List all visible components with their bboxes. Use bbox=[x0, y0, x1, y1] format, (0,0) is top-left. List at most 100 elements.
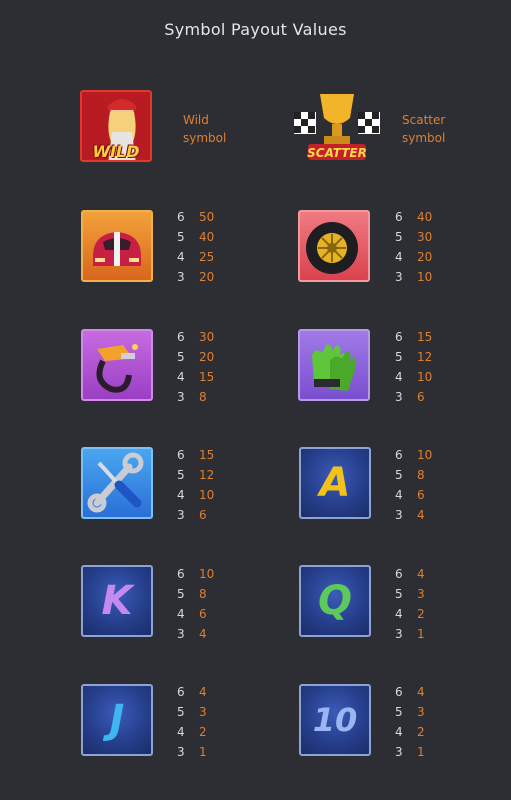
payout-value: 30 bbox=[417, 230, 433, 244]
pay-row: 31 bbox=[395, 742, 425, 762]
payout-value: 4 bbox=[199, 627, 207, 641]
symbol-count: 3 bbox=[395, 390, 403, 404]
card-k-icon: K bbox=[81, 565, 153, 637]
pay-row: 58 bbox=[395, 465, 432, 485]
payout-value: 20 bbox=[199, 270, 215, 284]
race-car-icon bbox=[81, 210, 153, 282]
pay-row: 5 12 bbox=[177, 465, 214, 485]
pay-row: 53 bbox=[395, 702, 425, 722]
pay-row: 6 40 bbox=[395, 207, 432, 227]
fuel-nozzle-icon bbox=[81, 329, 153, 401]
symbol-count: 6 bbox=[177, 448, 185, 462]
pay-row: 3 20 bbox=[177, 267, 214, 287]
symbol-count: 5 bbox=[177, 230, 185, 244]
symbol-count: 3 bbox=[395, 627, 403, 641]
payout-value: 10 bbox=[417, 448, 433, 462]
payout-value: 40 bbox=[199, 230, 215, 244]
pay-row: 46 bbox=[395, 485, 432, 505]
pay-row: 6 10 bbox=[177, 564, 214, 584]
symbol-count: 6 bbox=[395, 448, 403, 462]
pay-row: 4 15 bbox=[177, 367, 214, 387]
payout-value: 40 bbox=[417, 210, 433, 224]
pay-row: 5 12 bbox=[395, 347, 432, 367]
symbol-count: 6 bbox=[177, 567, 185, 581]
symbol-count: 4 bbox=[395, 250, 403, 264]
paytable-card-10: 64 53 42 31 bbox=[395, 682, 425, 762]
symbol-count: 6 bbox=[177, 210, 185, 224]
tire-icon bbox=[298, 210, 370, 282]
payout-value: 6 bbox=[417, 488, 425, 502]
payout-value: 2 bbox=[199, 725, 207, 739]
pay-row: 64 bbox=[395, 564, 425, 584]
symbol-count: 6 bbox=[395, 567, 403, 581]
wrench-screwdriver-icon bbox=[81, 447, 153, 519]
scatter-logo-text: SCATTER bbox=[307, 146, 367, 160]
wild-symbol-icon: WILD bbox=[80, 90, 152, 162]
payout-value: 3 bbox=[417, 705, 425, 719]
payout-value: 10 bbox=[417, 370, 433, 384]
payout-value: 2 bbox=[417, 725, 425, 739]
pay-row: 6 15 bbox=[177, 445, 214, 465]
pay-row: 6 30 bbox=[177, 327, 214, 347]
pay-row: 58 bbox=[177, 584, 214, 604]
racing-gloves-icon bbox=[298, 329, 370, 401]
symbol-count: 5 bbox=[177, 587, 185, 601]
payout-value: 10 bbox=[199, 488, 215, 502]
wild-logo-text: WILD bbox=[92, 142, 140, 161]
paytable-card-k: 6 10 58 46 34 bbox=[177, 564, 214, 644]
payout-value: 10 bbox=[199, 567, 215, 581]
symbol-count: 4 bbox=[395, 607, 403, 621]
pay-row: 34 bbox=[177, 624, 214, 644]
symbol-count: 5 bbox=[395, 705, 403, 719]
symbol-count: 3 bbox=[395, 508, 403, 522]
symbol-count: 6 bbox=[177, 685, 185, 699]
card-a-icon: A bbox=[299, 447, 371, 519]
symbol-count: 5 bbox=[177, 350, 185, 364]
payout-value: 4 bbox=[417, 508, 425, 522]
scatter-label: Scatter symbol bbox=[402, 113, 446, 145]
pay-row: 38 bbox=[177, 387, 214, 407]
symbol-count: 3 bbox=[395, 270, 403, 284]
pay-row: 5 30 bbox=[395, 227, 432, 247]
payout-value: 15 bbox=[199, 370, 215, 384]
symbol-count: 4 bbox=[177, 725, 185, 739]
pay-row: 4 10 bbox=[395, 367, 432, 387]
payout-value: 30 bbox=[199, 330, 215, 344]
paytable-card-j: 64 53 42 31 bbox=[177, 682, 207, 762]
symbol-count: 6 bbox=[395, 330, 403, 344]
payout-value: 2 bbox=[417, 607, 425, 621]
symbol-count: 4 bbox=[177, 250, 185, 264]
paytable-tire: 6 40 5 30 4 20 3 10 bbox=[395, 207, 432, 287]
paytable-card-a: 6 10 58 46 34 bbox=[395, 445, 432, 525]
symbol-count: 5 bbox=[395, 468, 403, 482]
pay-row: 4 10 bbox=[177, 485, 214, 505]
payout-value: 10 bbox=[417, 270, 433, 284]
symbol-count: 5 bbox=[177, 705, 185, 719]
pay-row: 53 bbox=[395, 584, 425, 604]
pay-row: 4 25 bbox=[177, 247, 214, 267]
pay-row: 46 bbox=[177, 604, 214, 624]
payout-value: 15 bbox=[199, 448, 215, 462]
pay-row: 64 bbox=[177, 682, 207, 702]
symbol-count: 4 bbox=[177, 488, 185, 502]
payout-value: 6 bbox=[199, 508, 207, 522]
payout-value: 1 bbox=[417, 627, 425, 641]
symbol-count: 3 bbox=[395, 745, 403, 759]
paytable-card-q: 64 53 42 31 bbox=[395, 564, 425, 644]
symbol-count: 3 bbox=[177, 745, 185, 759]
pay-row: 5 20 bbox=[177, 347, 214, 367]
payout-value: 12 bbox=[417, 350, 433, 364]
payout-value: 6 bbox=[199, 607, 207, 621]
pay-row: 42 bbox=[177, 722, 207, 742]
payout-value: 25 bbox=[199, 250, 215, 264]
pay-row: 6 10 bbox=[395, 445, 432, 465]
payout-value: 1 bbox=[199, 745, 207, 759]
pay-row: 42 bbox=[395, 604, 425, 624]
pay-row: 53 bbox=[177, 702, 207, 722]
payout-value: 20 bbox=[417, 250, 433, 264]
payout-value: 15 bbox=[417, 330, 433, 344]
symbol-count: 3 bbox=[177, 390, 185, 404]
symbol-count: 6 bbox=[177, 330, 185, 344]
payout-value: 4 bbox=[417, 567, 425, 581]
payout-value: 12 bbox=[199, 468, 215, 482]
